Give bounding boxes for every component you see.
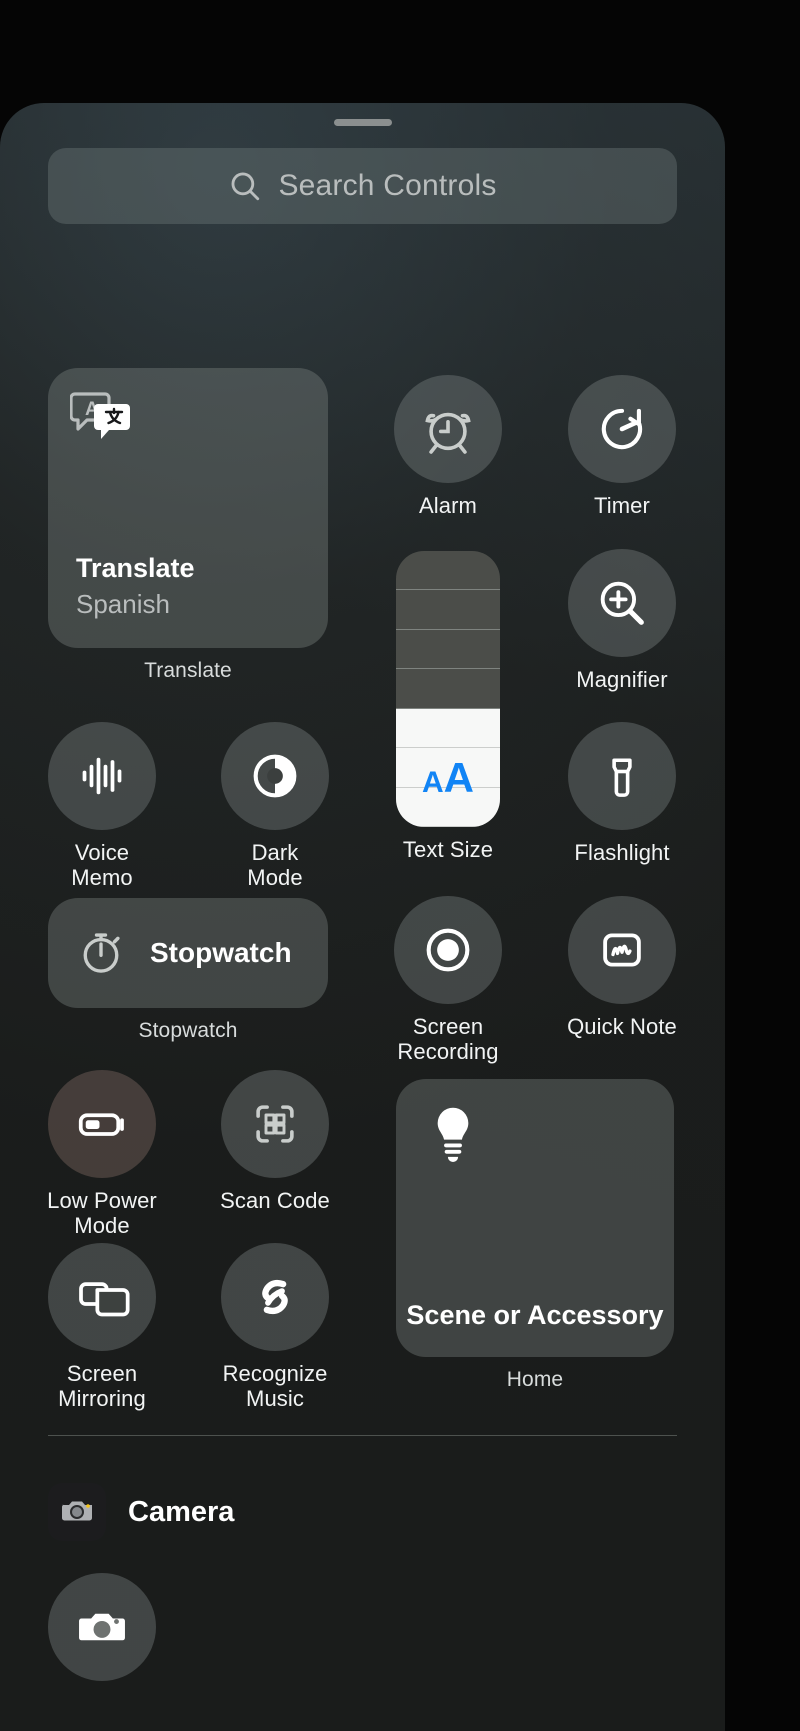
magnifier-label: Magnifier [576, 667, 668, 692]
control-dark-mode[interactable]: Dark Mode [221, 722, 329, 890]
translate-title: Translate [76, 553, 195, 583]
scene-or-accessory-title: Scene or Accessory [406, 1300, 664, 1330]
qr-scan-icon [248, 1097, 302, 1151]
camera-app-name: Camera [128, 1495, 235, 1528]
alarm-label: Alarm [419, 493, 477, 518]
translate-subtitle: Spanish [76, 589, 170, 619]
control-voice-memo[interactable]: Voice Memo [48, 722, 156, 890]
control-recognize-music[interactable]: Recognize Music [221, 1243, 338, 1411]
drag-handle[interactable] [333, 119, 392, 126]
contrast-circle-icon [246, 747, 304, 805]
control-scan-code[interactable]: Scan Code [220, 1070, 338, 1214]
flashlight-label: Flashlight [574, 840, 670, 865]
search-controls-field[interactable]: Search Controls [48, 148, 677, 224]
control-home[interactable]: Scene or Accessory Home [396, 1079, 674, 1392]
shazam-icon [247, 1269, 303, 1325]
text-size-aa-icon: AA [396, 757, 500, 799]
scan-code-button[interactable] [221, 1070, 329, 1178]
text-size-aa-small: A [421, 766, 444, 799]
screen-mirroring-icon [74, 1269, 130, 1325]
translate-caption: Translate [144, 659, 232, 682]
stopwatch-card[interactable]: Stopwatch [48, 898, 328, 1008]
translate-icon: A [70, 390, 136, 446]
battery-icon [72, 1094, 132, 1154]
quick-note-label: Quick Note [567, 1014, 677, 1039]
scan-code-label: Scan Code [220, 1188, 330, 1213]
stopwatch-caption: Stopwatch [138, 1019, 238, 1042]
control-translate[interactable]: A Translate Spanish Translate [48, 368, 328, 683]
quick-note-icon [595, 923, 649, 977]
section-divider [48, 1435, 677, 1436]
screen-recording-label: Screen Recording [397, 1014, 499, 1064]
text-size-segment[interactable] [396, 630, 500, 670]
dark-mode-button[interactable] [221, 722, 329, 830]
control-center-screen: Search Controls A Translate Spanish Tran… [0, 0, 800, 1731]
translate-card[interactable]: A Translate Spanish [48, 368, 328, 648]
text-size-segment[interactable] [396, 708, 500, 749]
waveform-icon [74, 748, 130, 804]
control-screen-recording[interactable]: Screen Recording [394, 896, 511, 1064]
text-size-label: Text Size [402, 837, 494, 862]
dark-mode-label: Dark Mode [247, 840, 303, 890]
timer-icon [593, 400, 651, 458]
control-low-power-mode[interactable]: Low Power Mode [47, 1070, 165, 1238]
text-size-segment[interactable] [396, 551, 500, 591]
magnifier-plus-icon [593, 574, 651, 632]
screen-mirroring-button[interactable] [48, 1243, 156, 1351]
camera-app-icon [48, 1483, 106, 1541]
search-icon [228, 169, 262, 203]
camera-button[interactable] [48, 1573, 156, 1681]
voice-memo-button[interactable] [48, 722, 156, 830]
voice-memo-label: Voice Memo [71, 840, 133, 890]
control-screen-mirroring[interactable]: Screen Mirroring [48, 1243, 165, 1411]
scene-or-accessory-card[interactable]: Scene or Accessory [396, 1079, 674, 1357]
control-alarm[interactable]: Alarm [394, 375, 502, 519]
text-size-slider[interactable]: AA [396, 551, 500, 827]
control-camera[interactable] [48, 1573, 156, 1681]
control-magnifier[interactable]: Magnifier [568, 549, 676, 693]
control-quick-note[interactable]: Quick Note [567, 896, 685, 1040]
low-power-mode-button[interactable] [48, 1070, 156, 1178]
control-center-sheet: Search Controls A Translate Spanish Tran… [0, 103, 725, 1731]
text-size-aa-large: A [443, 754, 474, 801]
low-power-mode-label: Low Power Mode [47, 1188, 157, 1238]
stopwatch-icon [74, 926, 128, 980]
magnifier-button[interactable] [568, 549, 676, 657]
control-text-size[interactable]: AA Text Size [396, 551, 500, 863]
alarm-clock-icon [419, 400, 477, 458]
control-stopwatch[interactable]: Stopwatch Stopwatch [48, 898, 328, 1043]
control-flashlight[interactable]: Flashlight [568, 722, 676, 866]
camera-icon [73, 1598, 131, 1656]
timer-label: Timer [594, 493, 650, 518]
text-size-segment[interactable] [396, 590, 500, 630]
app-section-camera[interactable]: Camera [48, 1483, 234, 1541]
flashlight-icon [595, 749, 649, 803]
recognize-music-button[interactable] [221, 1243, 329, 1351]
stopwatch-title: Stopwatch [150, 937, 292, 968]
lightbulb-icon [430, 1101, 476, 1163]
screen-mirroring-label: Screen Mirroring [58, 1361, 146, 1411]
home-caption: Home [506, 1368, 564, 1391]
record-circle-icon [419, 921, 477, 979]
control-timer[interactable]: Timer [568, 375, 676, 519]
text-size-segment[interactable] [396, 669, 500, 709]
alarm-button[interactable] [394, 375, 502, 483]
search-placeholder: Search Controls [278, 169, 497, 202]
screen-recording-button[interactable] [394, 896, 502, 1004]
flashlight-button[interactable] [568, 722, 676, 830]
timer-button[interactable] [568, 375, 676, 483]
recognize-music-label: Recognize Music [222, 1361, 328, 1411]
quick-note-button[interactable] [568, 896, 676, 1004]
